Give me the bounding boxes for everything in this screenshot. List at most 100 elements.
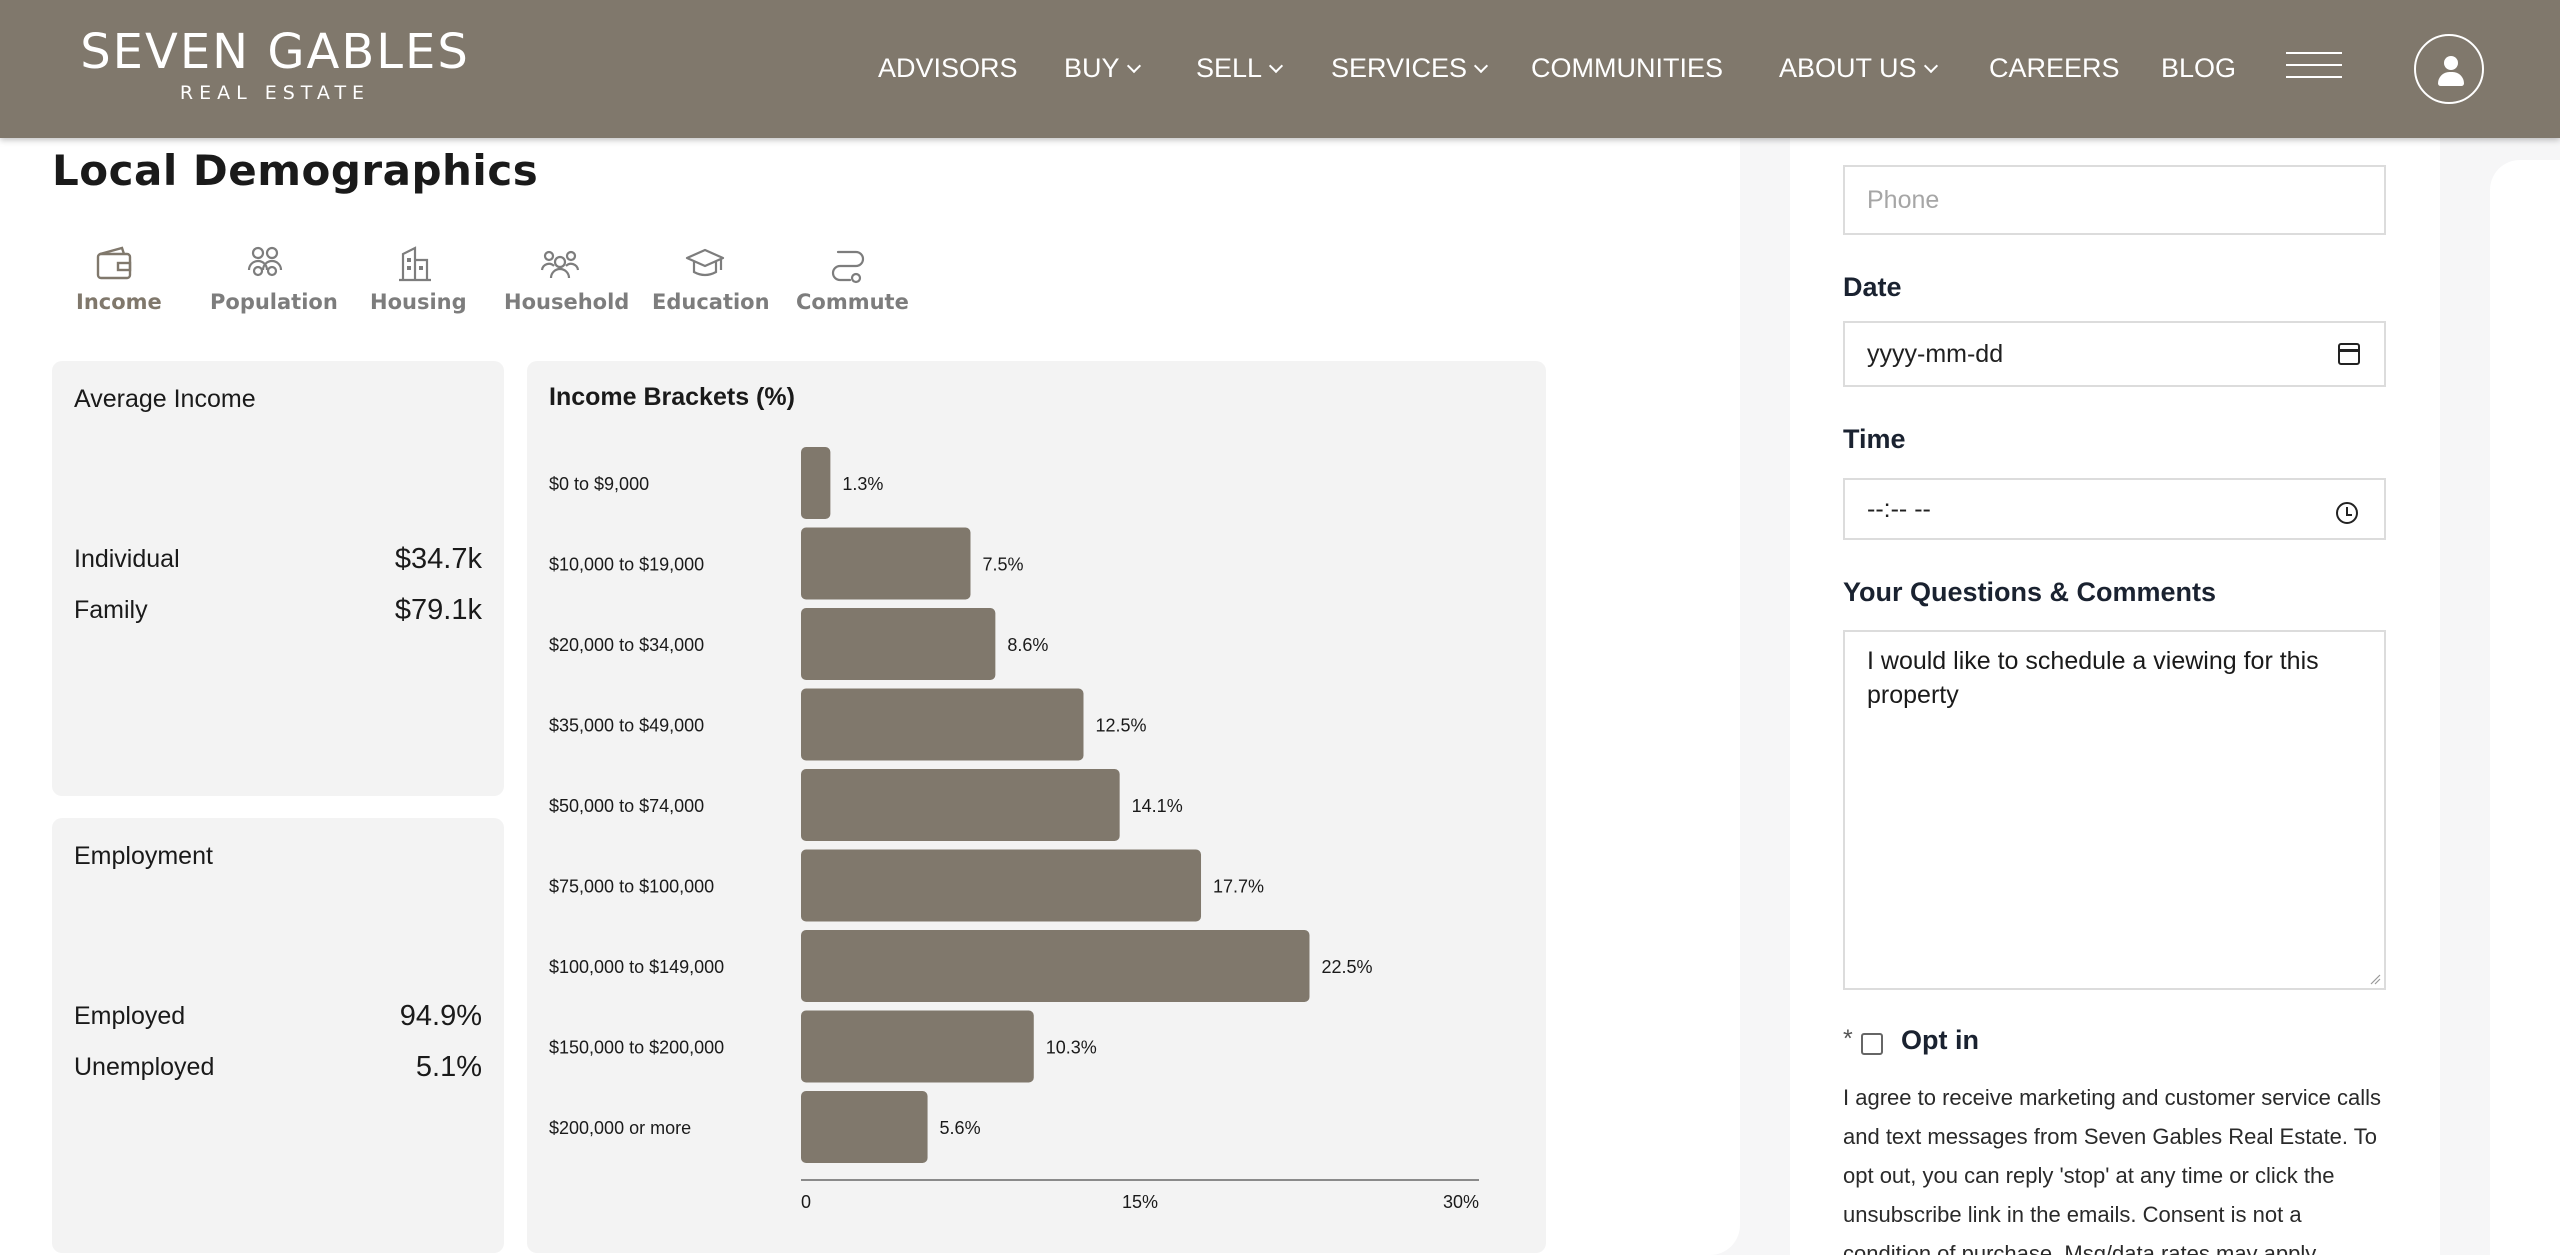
phone-input[interactable]: Phone: [1843, 165, 2386, 235]
stat-value: $79.1k: [394, 594, 482, 626]
right-panel-edge: [2490, 160, 2560, 1255]
nav-about-us[interactable]: ABOUT US: [1779, 48, 1938, 88]
consent-text: I agree to receive marketing and custome…: [1843, 1085, 2382, 1255]
employment-card: Employment Employed 94.9% Unemployed 5.1…: [52, 818, 504, 1253]
value-label: 8.6%: [1007, 635, 1048, 655]
value-label: 10.3%: [1046, 1038, 1097, 1058]
people-icon: [247, 246, 283, 277]
employment-row-employed: Employed 94.9%: [74, 1000, 482, 1042]
tab-household[interactable]: Household: [504, 244, 630, 314]
average-income-title: Average Income: [74, 385, 256, 413]
nav-careers[interactable]: CAREERS: [1989, 48, 2120, 88]
tab-education-label: Education: [652, 290, 770, 314]
tab-income-label: Income: [76, 290, 162, 314]
route-icon: [831, 250, 865, 284]
opt-in-label[interactable]: Opt in: [1901, 1025, 1979, 1056]
graduation-cap-icon: [685, 248, 725, 277]
income-row-individual: Individual $34.7k: [74, 543, 482, 585]
category-label: $35,000 to $49,000: [549, 716, 704, 736]
nav-advisors[interactable]: ADVISORS: [878, 48, 1018, 88]
chevron-down-icon: [1473, 58, 1489, 74]
nav-advisors-label: ADVISORS: [878, 53, 1018, 83]
category-label: $100,000 to $149,000: [549, 957, 724, 977]
date-label: Date: [1843, 272, 1902, 302]
opt-in-checkbox[interactable]: [1861, 1033, 1883, 1055]
phone-placeholder: Phone: [1867, 186, 1940, 214]
x-tick-label: 0: [801, 1192, 811, 1212]
nav-communities[interactable]: COMMUNITIES: [1531, 48, 1723, 88]
nav-sell-label: SELL: [1196, 53, 1263, 83]
nav-buy-label: BUY: [1064, 53, 1120, 83]
stat-value: 5.1%: [415, 1051, 482, 1083]
stat-value: $34.7k: [394, 543, 482, 575]
x-tick-label: 15%: [1122, 1192, 1158, 1212]
x-tick-label: 30%: [1443, 1192, 1479, 1212]
value-label: 1.3%: [842, 474, 883, 494]
bar: [801, 1010, 1034, 1083]
time-value: --:-- --: [1867, 495, 1931, 523]
chevron-down-icon: [1126, 58, 1141, 74]
stat-label: Individual: [74, 545, 180, 573]
category-label: $200,000 or more: [549, 1118, 691, 1138]
bar: [801, 930, 1310, 1002]
page-title: Local Demographics: [52, 146, 539, 195]
category-label: $20,000 to $34,000: [549, 635, 704, 655]
nav-buy[interactable]: BUY: [1064, 48, 1141, 88]
time-input[interactable]: --:-- --: [1843, 478, 2386, 540]
value-label: 12.5%: [1096, 716, 1147, 736]
tab-population[interactable]: Population: [210, 244, 338, 314]
nav-about-us-label: ABOUT US: [1779, 53, 1917, 83]
hamburger-icon[interactable]: [2286, 52, 2342, 78]
time-label: Time: [1843, 424, 1906, 454]
employment-row-unemployed: Unemployed 5.1%: [74, 1051, 482, 1093]
bar: [801, 608, 996, 680]
tab-commute[interactable]: Commute: [796, 244, 909, 314]
category-label: $75,000 to $100,000: [549, 877, 714, 897]
chevron-down-icon: [1923, 58, 1938, 74]
value-label: 5.6%: [940, 1118, 981, 1138]
nav-services-label: SERVICES: [1331, 53, 1468, 83]
value-label: 17.7%: [1213, 877, 1264, 897]
nav-blog[interactable]: BLOG: [2161, 48, 2236, 88]
value-label: 14.1%: [1132, 796, 1183, 816]
nav-communities-label: COMMUNITIES: [1531, 53, 1723, 83]
bar: [801, 527, 971, 600]
building-icon: [399, 246, 431, 282]
tab-household-label: Household: [504, 290, 630, 314]
logo[interactable]: SEVEN GABLES REAL ESTATE: [56, 26, 494, 106]
category-label: $10,000 to $19,000: [549, 555, 704, 575]
resize-grip-icon[interactable]: [2369, 973, 2381, 985]
income-brackets-card: Income Brackets (%) $0 to $9,000 1.3% $10,…: [527, 361, 1546, 1253]
tab-education[interactable]: Education: [652, 244, 770, 314]
comments-value: I would like to schedule a viewing for t…: [1867, 647, 2319, 709]
bar: [801, 447, 831, 519]
average-income-card: Average Income Individual $34.7k Family …: [52, 361, 504, 796]
tab-income[interactable]: Income: [76, 244, 162, 314]
chevron-down-icon: [1268, 58, 1284, 74]
family-icon: [540, 250, 580, 279]
date-input[interactable]: yyyy-mm-dd: [1843, 321, 2386, 387]
clock-icon[interactable]: [2336, 502, 2358, 524]
stat-label: Unemployed: [74, 1053, 215, 1081]
nav-sell[interactable]: SELL: [1196, 48, 1284, 88]
comments-textarea[interactable]: I would like to schedule a viewing for t…: [1843, 630, 2386, 990]
tab-housing-label: Housing: [370, 290, 467, 314]
stat-value: 94.9%: [399, 1000, 482, 1032]
nav-services[interactable]: SERVICES: [1331, 48, 1489, 88]
user-icon[interactable]: [2414, 34, 2484, 104]
tab-housing[interactable]: Housing: [370, 244, 467, 314]
tab-commute-label: Commute: [796, 290, 909, 314]
category-label: $150,000 to $200,000: [549, 1038, 724, 1058]
category-label: $0 to $9,000: [549, 474, 649, 494]
bar: [801, 849, 1202, 922]
bar: [801, 1091, 928, 1163]
category-label: $50,000 to $74,000: [549, 796, 704, 816]
required-asterisk: *: [1843, 1025, 1853, 1053]
logo-sub-text: REAL ESTATE: [179, 82, 371, 104]
calendar-icon[interactable]: [2338, 343, 2360, 365]
nav-careers-label: CAREERS: [1989, 53, 2120, 83]
nav-blog-label: BLOG: [2161, 53, 2237, 83]
wallet-icon: [96, 246, 132, 280]
bar: [801, 769, 1120, 841]
employment-title: Employment: [74, 842, 213, 870]
